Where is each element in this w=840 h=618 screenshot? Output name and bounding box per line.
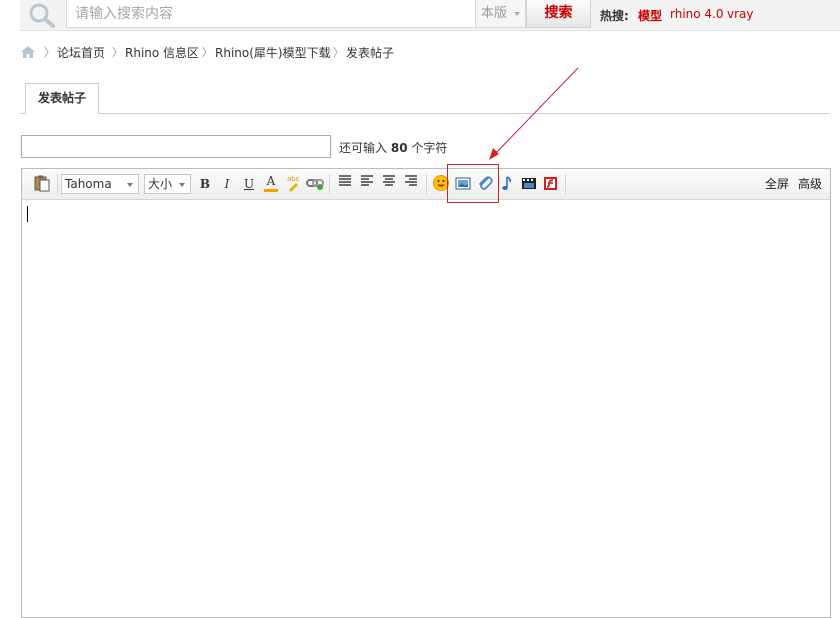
align-justify-icon[interactable] <box>335 174 355 194</box>
video-icon[interactable] <box>519 174 539 194</box>
breadcrumb-rhino-info[interactable]: Rhino 信息区 <box>125 44 199 61</box>
svg-text:abc: abc <box>287 175 300 183</box>
hot-search-link-vray[interactable]: vray <box>727 7 754 21</box>
paste-icon[interactable] <box>32 174 52 194</box>
hot-search-label: 热搜: <box>600 9 629 23</box>
chevron-down-icon <box>514 12 520 16</box>
chevron-down-icon <box>179 183 185 187</box>
char-count-hint: 还可输入 80 个字符 <box>339 139 447 156</box>
chevron-down-icon <box>127 183 133 187</box>
fullscreen-button[interactable]: 全屏 <box>765 174 789 194</box>
toolbar-divider <box>57 174 58 194</box>
font-size-value: 大小 <box>148 177 173 191</box>
underline-button[interactable]: U <box>239 174 259 194</box>
search-button[interactable]: 搜索 <box>526 0 591 28</box>
advanced-mode-button[interactable]: 高级 <box>798 174 822 194</box>
char-hint-suffix: 个字符 <box>411 141 448 155</box>
toolbar-divider <box>565 174 566 194</box>
search-scope-select[interactable]: 本版 <box>476 0 526 28</box>
editor-toolbar: Tahoma 大小 B I U A abc 全屏 高级 <box>22 169 830 200</box>
chevron-right-icon: 〉 <box>112 46 123 59</box>
music-icon[interactable] <box>497 174 517 194</box>
hot-search-link-rhino[interactable]: rhino 4.0 <box>670 7 724 21</box>
highlight-icon[interactable]: abc <box>283 174 303 194</box>
chevron-right-icon: 〉 <box>44 46 55 59</box>
chevron-right-icon: 〉 <box>202 46 213 59</box>
annotation-highlight-box <box>447 164 499 203</box>
font-family-value: Tahoma <box>65 177 112 191</box>
home-icon[interactable] <box>20 45 36 59</box>
font-size-select[interactable]: 大小 <box>144 174 191 194</box>
font-family-select[interactable]: Tahoma <box>61 174 139 194</box>
search-icon[interactable] <box>28 2 56 28</box>
breadcrumb-forum-home[interactable]: 论坛首页 <box>57 44 105 61</box>
breadcrumb-current: 发表帖子 <box>346 46 395 60</box>
breadcrumb-rhino-models[interactable]: Rhino(犀牛)模型下载 <box>215 44 331 61</box>
align-left-icon[interactable] <box>357 174 377 194</box>
search-scope-label: 本版 <box>481 6 508 21</box>
editor-body[interactable] <box>22 200 830 618</box>
align-center-icon[interactable] <box>379 174 399 194</box>
link-icon[interactable] <box>305 174 325 194</box>
italic-button[interactable]: I <box>217 174 237 194</box>
char-hint-prefix: 还可输入 <box>339 141 388 155</box>
search-input[interactable] <box>66 0 476 28</box>
align-right-icon[interactable] <box>401 174 421 194</box>
hot-search-link-model[interactable]: 模型 <box>638 7 662 24</box>
text-caret <box>27 206 28 222</box>
toolbar-divider <box>329 174 330 194</box>
char-hint-count: 80 <box>390 141 408 155</box>
tab-new-post[interactable]: 发表帖子 <box>25 83 99 114</box>
rich-text-editor: Tahoma 大小 B I U A abc 全屏 高级 <box>21 168 831 618</box>
search-bar: 本版 搜索 热搜: 模型 rhino 4.0 vray <box>20 0 840 31</box>
font-color-label: A <box>266 174 276 188</box>
font-color-button[interactable]: A <box>261 174 281 194</box>
toolbar-divider <box>426 174 427 194</box>
chevron-right-icon: 〉 <box>333 46 344 59</box>
bold-button[interactable]: B <box>195 174 215 194</box>
font-color-swatch <box>264 189 278 192</box>
flash-icon[interactable] <box>541 174 561 194</box>
tab-divider <box>20 113 830 114</box>
subject-input[interactable] <box>21 135 331 158</box>
